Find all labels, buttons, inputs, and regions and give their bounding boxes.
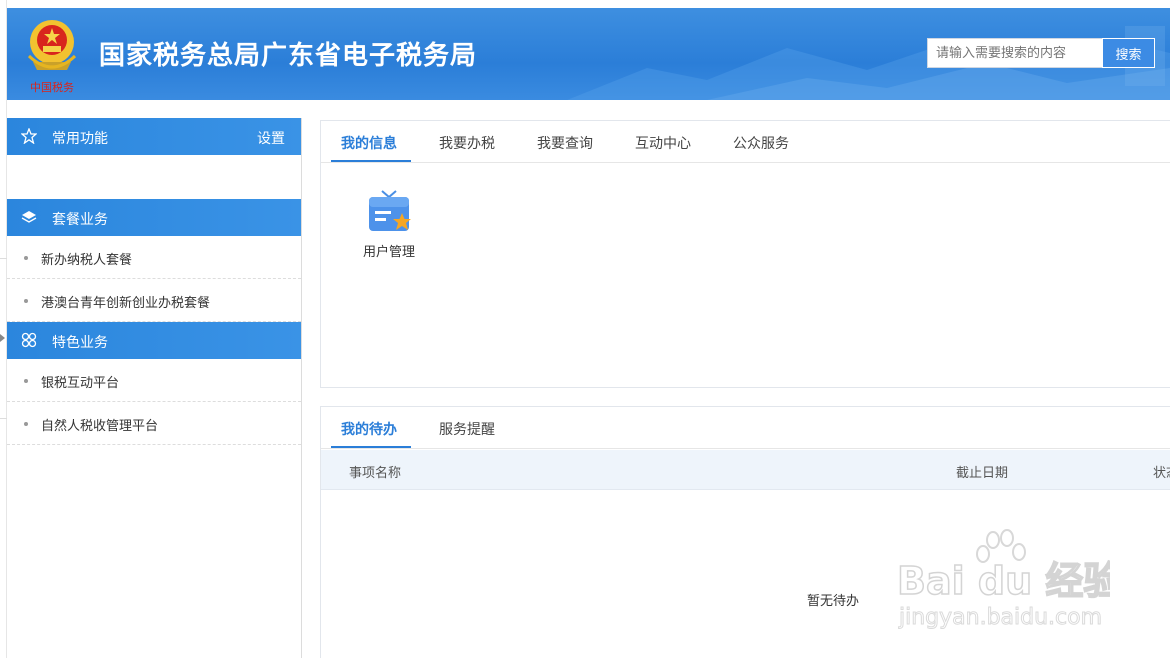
sidebar-packages-header[interactable]: 套餐业务	[7, 199, 301, 236]
favorites-settings-link[interactable]: 设置	[257, 128, 285, 148]
emblem-caption: 中国税务	[30, 80, 74, 94]
edge-divider	[0, 258, 7, 259]
tab-interaction-center[interactable]: 互动中心	[635, 133, 691, 163]
baidu-jingyan-watermark: Bai du 经验 jingyan.baidu.com	[896, 529, 1110, 631]
favorites-empty-area	[7, 155, 301, 199]
site-header: 中国税务 国家税务总局广东省电子税务局 搜索	[7, 8, 1170, 100]
tile-label: 用户管理	[362, 245, 415, 260]
tab-service-reminder[interactable]: 服务提醒	[439, 419, 495, 449]
tab-handle-tax[interactable]: 我要办税	[439, 133, 495, 163]
grid-apps-icon	[21, 332, 37, 348]
left-edge-strip	[0, 0, 7, 658]
favorites-label: 常用功能	[52, 131, 108, 147]
todo-table-header: 事项名称 截止日期 状态	[321, 450, 1170, 490]
sidebar-featured-header[interactable]: 特色业务	[7, 322, 301, 359]
bullet-icon	[24, 379, 28, 383]
bullet-icon	[24, 256, 28, 260]
search-input[interactable]	[927, 38, 1103, 68]
tile-user-management[interactable]: 用户管理	[359, 189, 419, 260]
column-status: 状态	[1153, 466, 1170, 481]
sidebar-favorites-header[interactable]: 常用功能 设置	[7, 118, 301, 155]
sidebar-item-label: 自然人税收管理平台	[41, 419, 159, 434]
sidebar-item-bank-tax-platform[interactable]: 银税互动平台	[7, 359, 301, 402]
site-title: 国家税务总局广东省电子税务局	[99, 41, 478, 71]
sidebar: 常用功能 设置 套餐业务 新办纳税人套餐 港澳台青年创新创业办税套餐 特色业务 …	[7, 118, 302, 658]
tax-emblem-logo: 中国税务	[21, 16, 83, 94]
sidebar-item-new-taxpayer-package[interactable]: 新办纳税人套餐	[7, 236, 301, 279]
collapse-arrow-icon[interactable]	[0, 334, 5, 342]
active-tab-indicator	[331, 446, 411, 448]
search-button[interactable]: 搜索	[1102, 38, 1155, 68]
watermark-logo-text: Bai du 经验	[897, 559, 1110, 603]
sidebar-item-label: 新办纳税人套餐	[41, 253, 133, 268]
column-deadline: 截止日期	[956, 466, 1009, 481]
tab-public-service[interactable]: 公众服务	[733, 133, 789, 163]
featured-label: 特色业务	[52, 335, 108, 351]
user-management-icon	[369, 190, 411, 231]
tab-query[interactable]: 我要查询	[537, 133, 593, 163]
sidebar-item-label: 港澳台青年创新创业办税套餐	[41, 296, 211, 311]
todo-tab-bar: 我的待办 服务提醒	[321, 407, 1170, 449]
star-icon	[21, 128, 37, 144]
packages-label: 套餐业务	[52, 212, 108, 228]
watermark-url: jingyan.baidu.com	[898, 605, 1102, 630]
sidebar-item-individual-tax-platform[interactable]: 自然人税收管理平台	[7, 402, 301, 445]
bullet-icon	[24, 422, 28, 426]
sidebar-item-label: 银税互动平台	[41, 376, 120, 391]
bullet-icon	[24, 299, 28, 303]
todo-empty-message: 暂无待办	[807, 594, 860, 609]
layers-icon	[21, 211, 37, 223]
tab-my-todo[interactable]: 我的待办	[341, 419, 397, 449]
active-tab-indicator	[331, 160, 411, 162]
edge-divider	[0, 418, 7, 419]
sidebar-item-hk-macau-taiwan-package[interactable]: 港澳台青年创新创业办税套餐	[7, 279, 301, 322]
column-item-name: 事项名称	[349, 466, 402, 481]
main-tab-bar: 我的信息 我要办税 我要查询 互动中心 公众服务	[321, 121, 1170, 163]
my-info-panel: 我的信息 我要办税 我要查询 互动中心 公众服务 用户管理	[320, 120, 1170, 388]
tab-my-info[interactable]: 我的信息	[341, 133, 397, 163]
